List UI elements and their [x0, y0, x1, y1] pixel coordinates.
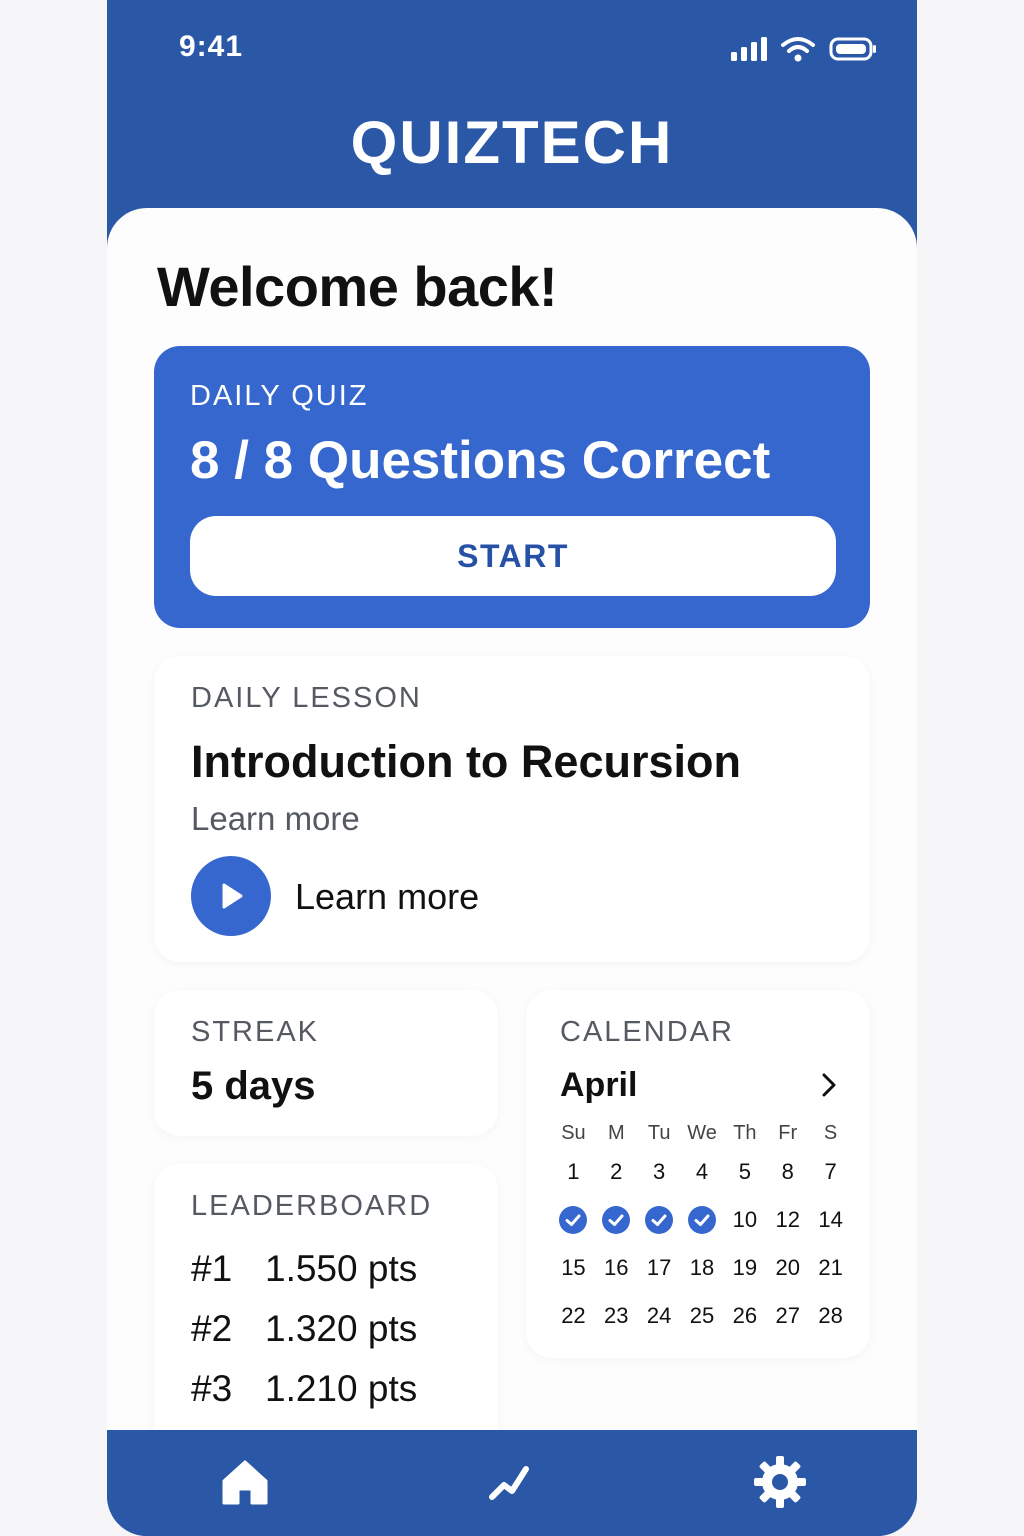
tab-stats[interactable] [477, 1450, 541, 1514]
leaderboard-row: #3 1.210 pts [191, 1368, 417, 1410]
daily-quiz-label: DAILY QUIZ [190, 380, 369, 412]
leaderboard-card[interactable]: LEADERBOARD #1 1.550 pts #2 1.320 pts #3… [154, 1164, 498, 1454]
welcome-heading: Welcome back! [157, 255, 558, 318]
leaderboard-rank: #1 [191, 1248, 233, 1289]
leaderboard-row: #1 1.550 pts [191, 1248, 417, 1290]
calendar-week-row: 15 16 17 18 19 20 21 [552, 1244, 852, 1292]
calendar-weekday: Tu [647, 1121, 671, 1144]
status-time: 9:41 [179, 30, 244, 63]
calendar-day[interactable]: 23 [595, 1303, 638, 1329]
tab-settings[interactable] [748, 1450, 812, 1514]
calendar-day[interactable]: 18 [681, 1255, 724, 1281]
calendar-grid: Su M Tu We Th Fr S 1 2 3 4 5 8 7 10 12 14 15 16 17 18 19 20 21 2… [552, 1118, 852, 1340]
calendar-day[interactable]: 5 [723, 1159, 766, 1185]
calendar-day[interactable]: 17 [638, 1255, 681, 1281]
calendar-day[interactable]: 21 [809, 1255, 852, 1281]
calendar-day[interactable]: 24 [638, 1303, 681, 1329]
tab-home[interactable] [213, 1450, 277, 1514]
leaderboard-rank: #3 [191, 1368, 233, 1409]
calendar-week-row: 22 23 24 25 26 27 28 [552, 1292, 852, 1340]
calendar-day-completed[interactable] [638, 1206, 681, 1234]
leaderboard-label: LEADERBOARD [191, 1190, 433, 1222]
phone-frame: 9:41 QUIZTECH Welcome back! DAILY QUIZ 8… [107, 0, 917, 1536]
leaderboard-row: #2 1.320 pts [191, 1308, 417, 1350]
calendar-weekday: We [687, 1121, 717, 1144]
calendar-day[interactable]: 2 [595, 1159, 638, 1185]
streak-card: STREAK 5 days [154, 990, 498, 1136]
wifi-icon [781, 37, 815, 62]
calendar-day[interactable]: 22 [552, 1303, 595, 1329]
status-icons [731, 36, 877, 62]
daily-lesson-card[interactable]: DAILY LESSON Introduction to Recursion L… [154, 656, 870, 962]
calendar-day[interactable]: 27 [766, 1303, 809, 1329]
calendar-day[interactable]: 4 [681, 1159, 724, 1185]
calendar-month: April [560, 1066, 638, 1104]
battery-icon [829, 37, 876, 61]
gear-icon [754, 1456, 806, 1508]
calendar-day[interactable]: 10 [723, 1207, 766, 1233]
play-label[interactable]: Learn more [295, 876, 479, 918]
lesson-learn-more-link[interactable]: Learn more [191, 800, 360, 838]
calendar-weekday: Fr [778, 1121, 798, 1144]
leaderboard-rank: #2 [191, 1308, 233, 1349]
calendar-next-button[interactable] [814, 1070, 844, 1100]
signal-icon [731, 37, 767, 61]
lesson-title: Introduction to Recursion [191, 736, 741, 787]
calendar-weekday: Su [561, 1121, 586, 1144]
calendar-day[interactable]: 1 [552, 1159, 595, 1185]
calendar-day[interactable]: 8 [766, 1159, 809, 1185]
calendar-week-row: 1234587 [552, 1148, 852, 1196]
calendar-day[interactable]: 14 [809, 1207, 852, 1233]
streak-value: 5 days [191, 1064, 316, 1108]
streak-label: STREAK [191, 1016, 320, 1048]
calendar-day[interactable]: 15 [552, 1255, 595, 1281]
calendar-week-row: 10 12 14 [552, 1196, 852, 1244]
status-bar: 9:41 [107, 26, 917, 72]
calendar-day[interactable]: 26 [723, 1303, 766, 1329]
check-icon [688, 1206, 716, 1234]
play-button[interactable] [191, 856, 271, 936]
calendar-day[interactable]: 3 [638, 1159, 681, 1185]
chevron-right-icon [822, 1073, 836, 1097]
calendar-day[interactable]: 28 [809, 1303, 852, 1329]
calendar-day-completed[interactable] [552, 1206, 595, 1234]
daily-lesson-label: DAILY LESSON [191, 682, 422, 714]
check-icon [559, 1206, 588, 1234]
main-content: Welcome back! DAILY QUIZ 8 / 8 Questions… [107, 208, 917, 1454]
calendar-weekday: Th [733, 1121, 757, 1144]
calendar-day[interactable]: 16 [595, 1255, 638, 1281]
calendar-card: CALENDAR April Su M Tu We Th Fr S 1 2 3 4 5 8 7 10 12 14… [526, 990, 870, 1358]
calendar-day[interactable]: 19 [723, 1255, 766, 1281]
tab-bar [107, 1430, 917, 1536]
calendar-weekday-row: Su M Tu We Th Fr S [552, 1118, 852, 1148]
calendar-day-completed[interactable] [681, 1206, 724, 1234]
daily-quiz-card: DAILY QUIZ 8 / 8 Questions Correct START [154, 346, 870, 628]
play-icon [222, 883, 243, 909]
calendar-day-completed[interactable] [595, 1206, 638, 1234]
home-icon [222, 1460, 268, 1505]
calendar-weekday: S [823, 1121, 838, 1144]
check-icon [602, 1206, 631, 1234]
leaderboard-points: 1.320 pts [265, 1308, 418, 1349]
calendar-day[interactable]: 25 [681, 1303, 724, 1329]
app-title: QUIZTECH [350, 109, 674, 176]
leaderboard-points: 1.210 pts [265, 1368, 418, 1409]
calendar-day[interactable]: 12 [766, 1207, 809, 1233]
calendar-weekday: M [607, 1121, 625, 1144]
start-button[interactable]: START [190, 516, 836, 596]
leaderboard-points: 1.550 pts [265, 1248, 418, 1289]
check-icon [645, 1206, 674, 1234]
calendar-day[interactable]: 20 [766, 1255, 809, 1281]
calendar-day[interactable]: 7 [809, 1159, 852, 1185]
trend-icon [489, 1466, 529, 1500]
calendar-label: CALENDAR [560, 1016, 734, 1048]
daily-quiz-score: 8 / 8 Questions Correct [190, 431, 771, 490]
